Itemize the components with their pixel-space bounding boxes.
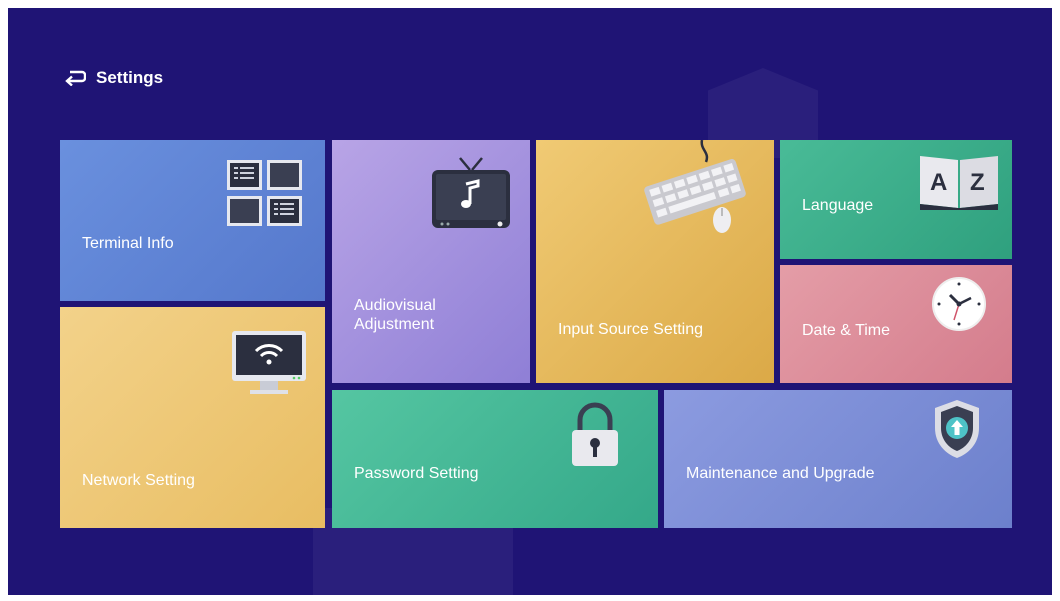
tile-terminal-info[interactable]: Terminal Info xyxy=(60,140,325,301)
keyboard-mouse-icon xyxy=(644,140,746,233)
wifi-monitor-icon xyxy=(232,331,306,394)
grid-panels-icon xyxy=(227,160,302,226)
tile-label: Network Setting xyxy=(82,472,195,489)
tile-date-time[interactable]: Date & Time xyxy=(780,265,1012,383)
tile-label-line2: Adjustment xyxy=(354,316,435,333)
tile-label: Password Setting xyxy=(354,465,479,482)
tile-label-line1: Audiovisual xyxy=(354,297,436,314)
shield-upgrade-icon xyxy=(935,400,979,458)
back-button[interactable]: Settings xyxy=(64,68,163,88)
tile-label: Terminal Info xyxy=(82,235,174,252)
icon-letter-a: A xyxy=(930,169,947,196)
tile-label: Maintenance and Upgrade xyxy=(686,465,875,482)
tile-language[interactable]: A Z Language xyxy=(780,140,1012,259)
tile-audiovisual-adjustment[interactable]: Audiovisual Adjustment xyxy=(332,140,530,383)
settings-screen: Settings Terminal Info Audiovisual Adjus… xyxy=(8,8,1052,595)
icon-letter-z: Z xyxy=(970,169,985,196)
tile-label: Input Source Setting xyxy=(558,321,703,338)
tile-label: Date & Time xyxy=(802,322,891,339)
clock-icon xyxy=(932,277,986,331)
page-title: Settings xyxy=(96,68,164,87)
tile-label: Language xyxy=(802,197,874,214)
return-arrow-icon xyxy=(65,70,86,86)
tile-input-source-setting[interactable]: Input Source Setting xyxy=(536,140,774,383)
tile-network-setting[interactable]: Network Setting xyxy=(60,307,325,528)
padlock-icon xyxy=(572,402,618,466)
tile-password-setting[interactable]: Password Setting xyxy=(332,390,658,528)
az-book-icon: A Z xyxy=(920,156,998,210)
tv-music-icon xyxy=(432,157,510,228)
tile-maintenance-upgrade[interactable]: Maintenance and Upgrade xyxy=(664,390,1012,528)
